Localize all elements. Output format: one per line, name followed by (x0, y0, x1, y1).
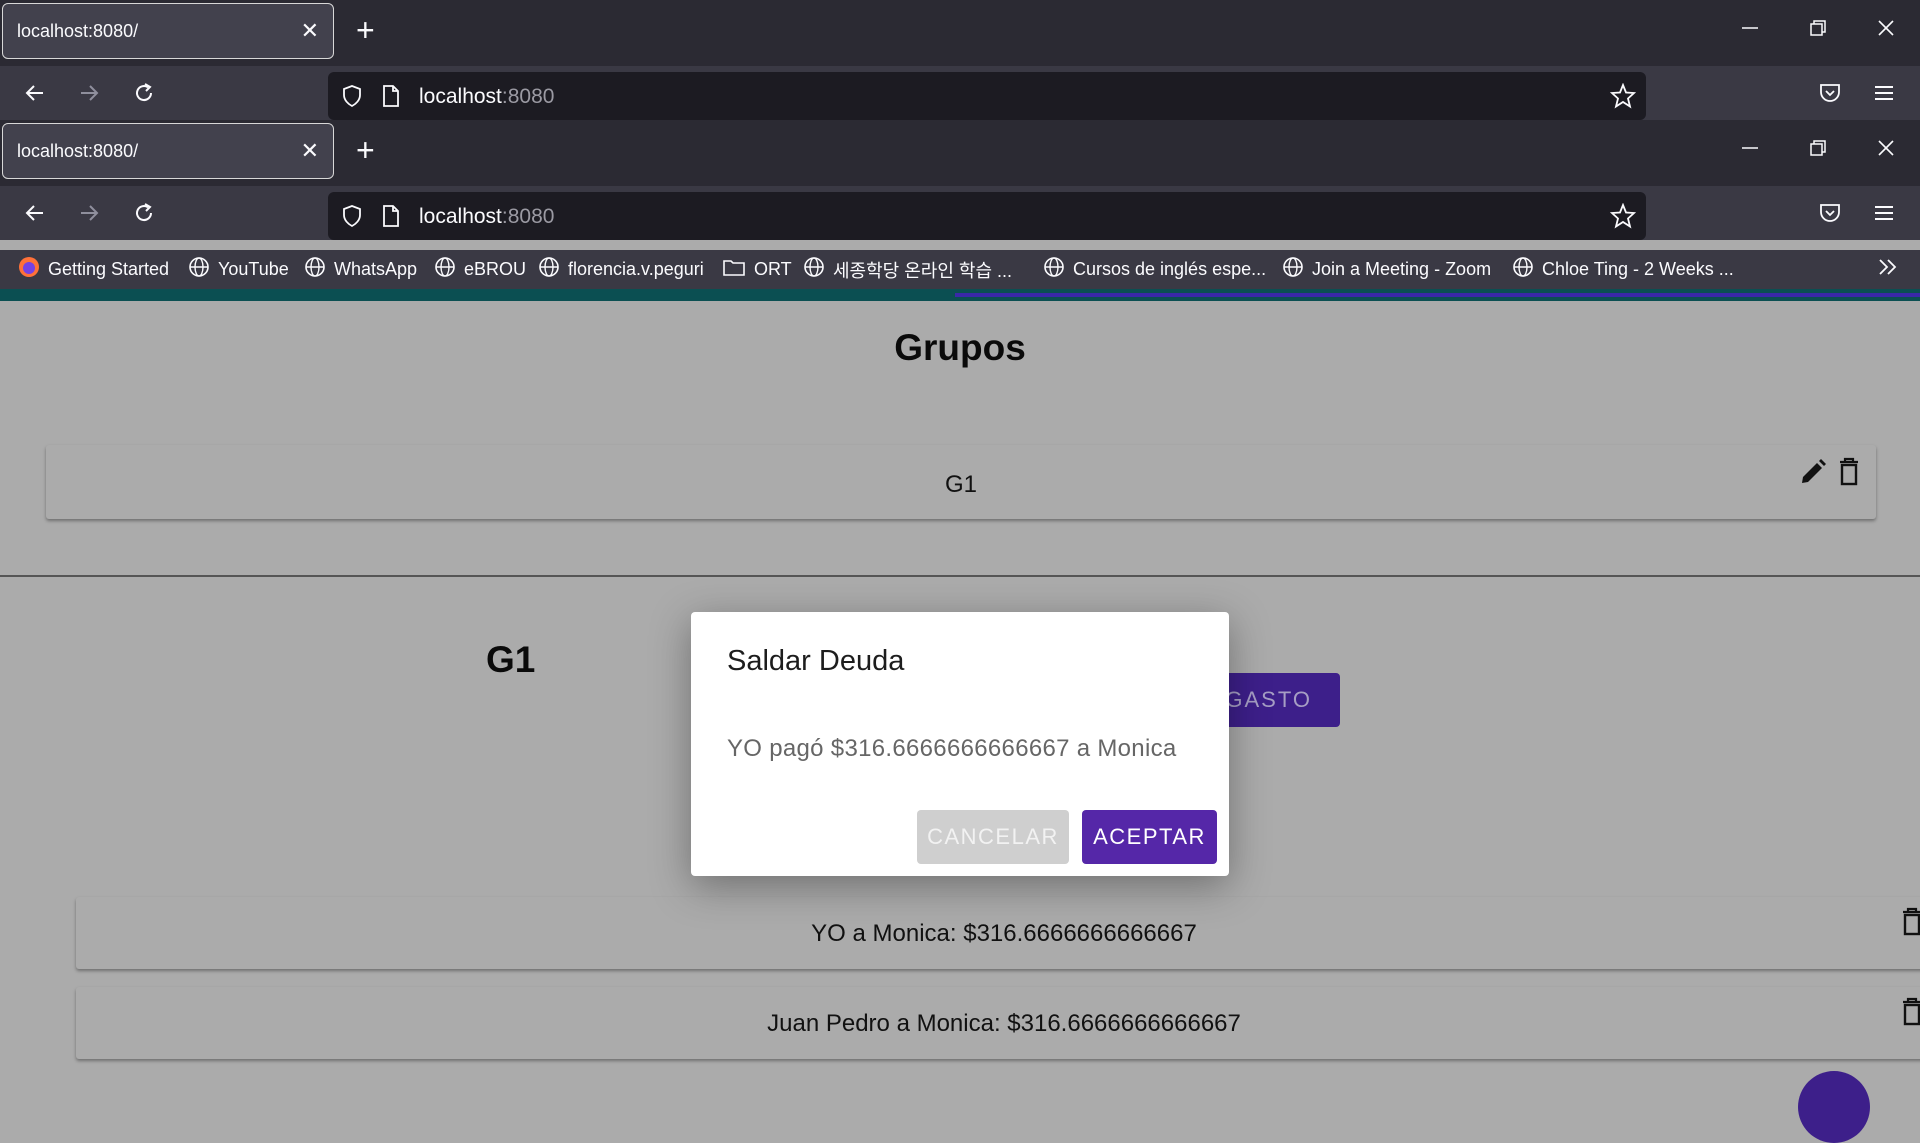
globe-icon (1043, 256, 1065, 283)
globe-icon (188, 256, 210, 283)
accept-button[interactable]: ACEPTAR (1082, 810, 1217, 864)
navigation-toolbar: localhost:8080 (0, 186, 1920, 240)
minimize-window-icon[interactable] (1740, 138, 1760, 163)
bookmark-whatsapp[interactable]: WhatsApp (304, 256, 417, 283)
globe-icon (803, 256, 825, 283)
back-icon[interactable] (20, 198, 50, 228)
pocket-icon[interactable] (1815, 78, 1845, 108)
floating-action-button[interactable] (1798, 1071, 1870, 1143)
url-text: localhost:8080 (419, 85, 555, 108)
url-text: localhost:8080 (419, 205, 555, 228)
bookmark-sejong[interactable]: 세종학당 온라인 학습 ... (803, 256, 1012, 283)
cancel-button[interactable]: CANCELAR (917, 810, 1069, 864)
delete-trash-icon[interactable] (1834, 455, 1864, 489)
shield-icon[interactable] (340, 84, 364, 114)
group-detail-title: G1 (486, 639, 536, 680)
bookmark-label: 세종학당 온라인 학습 ... (833, 260, 1013, 281)
new-tab-icon[interactable]: + (356, 134, 375, 166)
back-icon[interactable] (20, 78, 50, 108)
reload-icon[interactable] (129, 198, 159, 228)
tab-title: localhost:8080/ (17, 21, 139, 41)
close-window-icon[interactable] (1876, 138, 1896, 163)
bookmark-label: Join a Meeting - Zoom (1312, 259, 1492, 279)
tab-title: localhost:8080/ (17, 141, 139, 161)
forward-icon[interactable] (74, 198, 104, 228)
bookmark-star-icon[interactable] (1609, 202, 1637, 235)
globe-icon (538, 256, 560, 283)
bookmark-label: florencia.v.peguri (568, 259, 704, 279)
page-title: Grupos (894, 327, 1026, 368)
folder-icon (722, 256, 746, 283)
bookmark-label: Getting Started (48, 259, 170, 279)
chevron-double-right-icon[interactable] (1876, 256, 1900, 278)
delete-trash-icon[interactable] (1897, 995, 1920, 1029)
globe-icon (1282, 256, 1304, 283)
close-tab-icon[interactable]: ✕ (301, 138, 319, 164)
bookmark-cursos-ingles[interactable]: Cursos de inglés espe... (1043, 256, 1266, 283)
bookmarks-toolbar: Getting Started YouTube WhatsApp eBROU f… (0, 250, 1920, 290)
edit-pencil-icon[interactable] (1798, 455, 1828, 489)
debt-row[interactable]: Juan Pedro a Monica: $316.6666666666667 (76, 987, 1920, 1059)
menu-icon[interactable] (1869, 78, 1899, 108)
new-tab-icon[interactable]: + (356, 14, 375, 46)
navigation-toolbar: localhost:8080 (0, 66, 1920, 120)
bookmark-star-icon[interactable] (1609, 82, 1637, 115)
section-divider (0, 575, 1920, 577)
debt-text: YO a Monica: $316.6666666666667 (811, 920, 1197, 947)
minimize-window-icon[interactable] (1740, 18, 1760, 43)
forward-icon[interactable] (74, 78, 104, 108)
globe-icon (1512, 256, 1534, 283)
pocket-icon[interactable] (1815, 198, 1845, 228)
globe-icon (434, 256, 456, 283)
tab-strip: localhost:8080/ ✕ + (0, 0, 1920, 66)
bookmark-ebrou[interactable]: eBROU (434, 256, 526, 283)
bookmark-chloe-ting[interactable]: Chloe Ting - 2 Weeks ... (1512, 256, 1734, 283)
bookmark-getting-started[interactable]: Getting Started (18, 256, 169, 283)
browser-tab[interactable]: localhost:8080/ ✕ (2, 123, 334, 179)
close-window-icon[interactable] (1876, 18, 1896, 43)
tab-strip: localhost:8080/ ✕ + (0, 120, 1920, 186)
globe-icon (304, 256, 326, 283)
browser-tab[interactable]: localhost:8080/ ✕ (2, 3, 334, 59)
add-gasto-button[interactable]: GASTO (1218, 673, 1340, 727)
address-bar[interactable]: localhost:8080 (328, 72, 1646, 120)
debt-text: Juan Pedro a Monica: $316.6666666666667 (767, 1010, 1241, 1037)
shield-icon[interactable] (340, 204, 364, 234)
firefox-icon (18, 256, 40, 283)
close-tab-icon[interactable]: ✕ (301, 18, 319, 44)
bookmark-ort-folder[interactable]: ORT (722, 256, 792, 283)
bookmark-label: Cursos de inglés espe... (1073, 259, 1267, 279)
bookmark-label: ORT (754, 259, 792, 279)
dialog-message: YO pagó $316.6666666666667 a Monica (727, 735, 1177, 762)
group-card[interactable]: G1 (46, 445, 1876, 519)
reload-icon[interactable] (129, 78, 159, 108)
menu-icon[interactable] (1869, 198, 1899, 228)
page-icon[interactable] (381, 204, 401, 234)
delete-trash-icon[interactable] (1897, 905, 1920, 939)
saldar-deuda-dialog: Saldar Deuda YO pagó $316.6666666666667 … (691, 612, 1229, 876)
bookmark-label: Chloe Ting - 2 Weeks ... (1542, 259, 1734, 279)
bookmark-youtube[interactable]: YouTube (188, 256, 289, 283)
restore-window-icon[interactable] (1808, 138, 1828, 163)
page-icon[interactable] (381, 84, 401, 114)
bookmark-label: WhatsApp (334, 259, 418, 279)
restore-window-icon[interactable] (1808, 18, 1828, 43)
bookmark-florencia[interactable]: florencia.v.peguri (538, 256, 704, 283)
bookmark-label: eBROU (464, 259, 527, 279)
dialog-title: Saldar Deuda (727, 645, 905, 677)
page-load-progress (0, 289, 1920, 301)
bookmark-label: YouTube (218, 259, 289, 279)
address-bar[interactable]: localhost:8080 (328, 192, 1646, 240)
group-name: G1 (944, 471, 977, 498)
bookmark-zoom[interactable]: Join a Meeting - Zoom (1282, 256, 1491, 283)
debt-row[interactable]: YO a Monica: $316.6666666666667 (76, 897, 1920, 969)
